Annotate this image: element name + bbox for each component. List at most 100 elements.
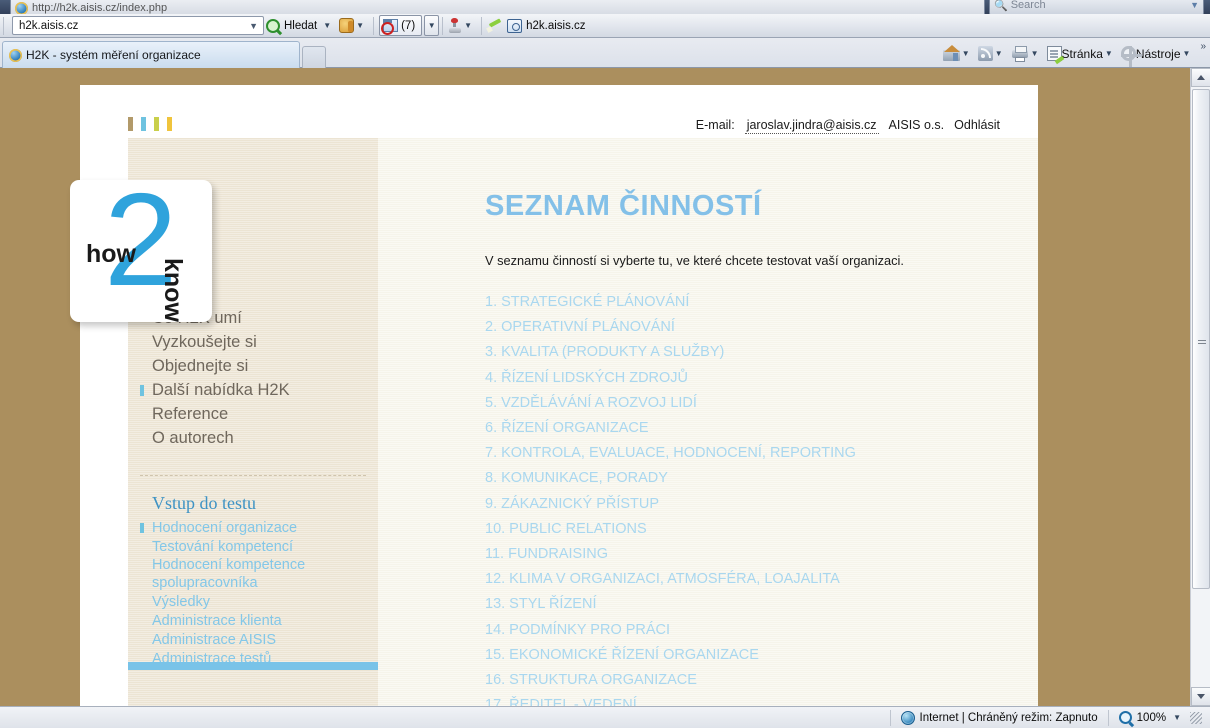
sidebar-item-label: Hodnocení kompetence spolupracovníka bbox=[152, 557, 306, 591]
window-titlebar[interactable]: http://h2k.aisis.cz/index.php bbox=[10, 0, 985, 14]
sidebar-item-testovani-kompetenci[interactable]: Testování kompetencí bbox=[128, 537, 378, 556]
list-item[interactable]: 2. OPERATIVNÍ PLÁNOVÁNÍ bbox=[485, 315, 1038, 340]
search-button[interactable]: Hledat ▼ bbox=[264, 15, 337, 37]
accent-bar-1 bbox=[128, 117, 133, 131]
address-value: h2k.aisis.cz bbox=[19, 19, 79, 32]
joystick-button[interactable]: ▼ bbox=[446, 15, 478, 37]
sidebar-item-objednejte-si[interactable]: Objednejte si bbox=[128, 354, 378, 378]
chevron-down-icon bbox=[1197, 694, 1205, 699]
site-body: 2 how know Co H2K umí Vyzkoušejte si Obj… bbox=[70, 138, 1038, 706]
chevron-down-icon[interactable]: ▼ bbox=[1173, 713, 1181, 722]
gear-icon bbox=[1120, 46, 1142, 67]
main-navigation: Co H2K umí Vyzkoušejte si Objednejte si … bbox=[128, 306, 378, 450]
sidebar-item-label: Reference bbox=[152, 404, 229, 423]
popup-blocker-button[interactable]: (7) bbox=[379, 15, 423, 36]
email-link[interactable]: jaroslav.jindra@aisis.cz bbox=[744, 118, 879, 134]
sidebar-item-administrace-klienta[interactable]: Administrace klienta bbox=[128, 611, 378, 630]
list-item[interactable]: 10. PUBLIC RELATIONS bbox=[485, 517, 1038, 542]
tab-h2k[interactable]: H2K - systém měření organizace bbox=[2, 41, 300, 68]
chevron-down-icon[interactable]: ▼ bbox=[356, 21, 364, 30]
globe-icon bbox=[900, 710, 915, 725]
popup-blocked-count: (7) bbox=[401, 19, 416, 32]
popup-blocked-icon bbox=[381, 19, 399, 35]
address-input[interactable]: h2k.aisis.cz ▼ bbox=[12, 16, 264, 35]
chevron-down-icon[interactable]: ▼ bbox=[962, 49, 970, 58]
list-item[interactable]: 5. VZDĚLÁVÁNÍ A ROZVOJ LIDÍ bbox=[485, 391, 1038, 416]
desktop-search-box[interactable]: 🔍 Search ▼ bbox=[989, 0, 1204, 14]
chevron-down-icon[interactable]: ▼ bbox=[323, 21, 331, 30]
list-item[interactable]: 8. KOMUNIKACE, PORADY bbox=[485, 466, 1038, 491]
list-item[interactable]: 7. KONTROLA, EVALUACE, HODNOCENÍ, REPORT… bbox=[485, 441, 1038, 466]
zoom-control[interactable]: 100% ▼ bbox=[1109, 711, 1210, 724]
list-item[interactable]: 3. KVALITA (PRODUKTY A SLUŽBY) bbox=[485, 340, 1038, 365]
sidebar-item-label: O autorech bbox=[152, 428, 234, 447]
list-item[interactable]: 13. STYL ŘÍZENÍ bbox=[485, 592, 1038, 617]
sidebar-item-dalsi-nabidka-h2k[interactable]: Další nabídka H2K bbox=[128, 378, 378, 402]
new-tab-button[interactable] bbox=[302, 46, 326, 68]
page-search-button[interactable]: h2k.aisis.cz bbox=[505, 15, 591, 37]
logo[interactable]: 2 how know bbox=[70, 180, 212, 322]
list-item[interactable]: 6. ŘÍZENÍ ORGANIZACE bbox=[485, 416, 1038, 441]
list-item[interactable]: 17. ŘEDITEL - VEDENÍ bbox=[485, 693, 1038, 706]
highlighter-button[interactable] bbox=[485, 15, 505, 37]
web-page: E-mail: jaroslav.jindra@aisis.cz AISIS o… bbox=[70, 85, 1038, 706]
list-item[interactable]: 1. STRATEGICKÉ PLÁNOVÁNÍ bbox=[485, 290, 1038, 315]
list-item[interactable]: 14. PODMÍNKY PRO PRÁCI bbox=[485, 618, 1038, 643]
sidebar-item-hodnoceni-organizace[interactable]: Hodnocení organizace bbox=[128, 518, 378, 537]
page-menu-button[interactable]: Stránka ▼ bbox=[1045, 42, 1119, 66]
internet-explorer-icon bbox=[15, 2, 28, 14]
chevron-down-icon[interactable]: ▼ bbox=[995, 49, 1003, 58]
active-bullet-icon bbox=[140, 523, 144, 533]
chevron-down-icon[interactable]: ▼ bbox=[1183, 49, 1191, 58]
list-item[interactable]: 11. FUNDRAISING bbox=[485, 542, 1038, 567]
sidebar-item-hodnoceni-kompetence-spolupracovnika[interactable]: Hodnocení kompetence spolupracovníka bbox=[128, 556, 378, 592]
sidebar-divider bbox=[140, 475, 366, 476]
chevron-down-icon[interactable]: ▼ bbox=[249, 21, 261, 31]
list-item[interactable]: 12. KLIMA V ORGANIZACI, ATMOSFÉRA, LOAJA… bbox=[485, 567, 1038, 592]
list-item[interactable]: 4. ŘÍZENÍ LIDSKÝCH ZDROJŮ bbox=[485, 366, 1038, 391]
scrollbar-thumb[interactable] bbox=[1192, 89, 1210, 589]
list-item[interactable]: 9. ZÁKAZNICKÝ PŘÍSTUP bbox=[485, 492, 1038, 517]
home-icon bbox=[942, 45, 960, 61]
feeds-button[interactable]: ▼ bbox=[976, 42, 1009, 66]
test-section-title: Vstup do testu bbox=[152, 493, 257, 513]
scroll-down-button[interactable] bbox=[1191, 687, 1210, 706]
resize-grip-icon[interactable] bbox=[1190, 711, 1202, 724]
profile-button[interactable]: ▼ bbox=[337, 15, 370, 37]
overflow-chevron-icon[interactable]: » bbox=[1200, 41, 1206, 52]
vertical-scrollbar[interactable] bbox=[1190, 68, 1210, 706]
chevron-down-icon[interactable]: ▼ bbox=[1190, 0, 1199, 10]
chevron-down-icon[interactable]: ▼ bbox=[1105, 49, 1113, 58]
sidebar-item-administrace-aisis[interactable]: Administrace AISIS bbox=[128, 630, 378, 649]
security-zone-text: Internet | Chráněný režim: Zapnuto bbox=[919, 711, 1098, 724]
print-button[interactable]: ▼ bbox=[1009, 42, 1045, 66]
tools-menu-button[interactable]: Nástroje ▼ bbox=[1119, 42, 1197, 67]
desktop-search-placeholder: Search bbox=[1010, 0, 1046, 11]
sidebar-item-label: Testování kompetencí bbox=[152, 538, 294, 555]
rss-feed-icon bbox=[977, 46, 993, 61]
scroll-up-button[interactable] bbox=[1191, 68, 1210, 87]
chevron-up-icon bbox=[1197, 75, 1205, 80]
search-icon: 🔍 bbox=[994, 0, 1008, 12]
highlighter-icon bbox=[487, 19, 503, 33]
sidebar-item-vyzkousejte-si[interactable]: Vyzkoušejte si bbox=[128, 330, 378, 354]
address-toolbar: h2k.aisis.cz ▼ Hledat ▼ ▼ (7) ▼ ▼ h2k.ai… bbox=[0, 14, 1210, 38]
list-item[interactable]: 16. STRUKTURA ORGANIZACE bbox=[485, 668, 1038, 693]
sidebar-item-reference[interactable]: Reference bbox=[128, 402, 378, 426]
toolbar-divider bbox=[481, 16, 483, 35]
chevron-down-icon[interactable]: ▼ bbox=[1031, 49, 1039, 58]
home-button[interactable]: ▼ bbox=[941, 42, 976, 66]
sidebar-item-label: Vyzkoušejte si bbox=[152, 332, 257, 351]
logo-how-text: how bbox=[86, 240, 136, 268]
sidebar-item-vysledky[interactable]: Výsledky bbox=[128, 592, 378, 611]
sidebar-item-label: Objednejte si bbox=[152, 356, 249, 375]
email-label: E-mail: bbox=[695, 118, 735, 132]
logout-link[interactable]: Odhlásit bbox=[954, 118, 1000, 132]
sidebar-item-label: Další nabídka H2K bbox=[152, 380, 290, 399]
sidebar-item-o-autorech[interactable]: O autorech bbox=[128, 426, 378, 450]
search-icon bbox=[266, 18, 280, 33]
security-zone-indicator[interactable]: Internet | Chráněný režim: Zapnuto bbox=[891, 710, 1108, 725]
chevron-down-icon[interactable]: ▼ bbox=[464, 21, 472, 30]
list-item[interactable]: 15. EKONOMICKÉ ŘÍZENÍ ORGANIZACE bbox=[485, 643, 1038, 668]
popup-blocker-dropdown[interactable]: ▼ bbox=[424, 15, 440, 36]
